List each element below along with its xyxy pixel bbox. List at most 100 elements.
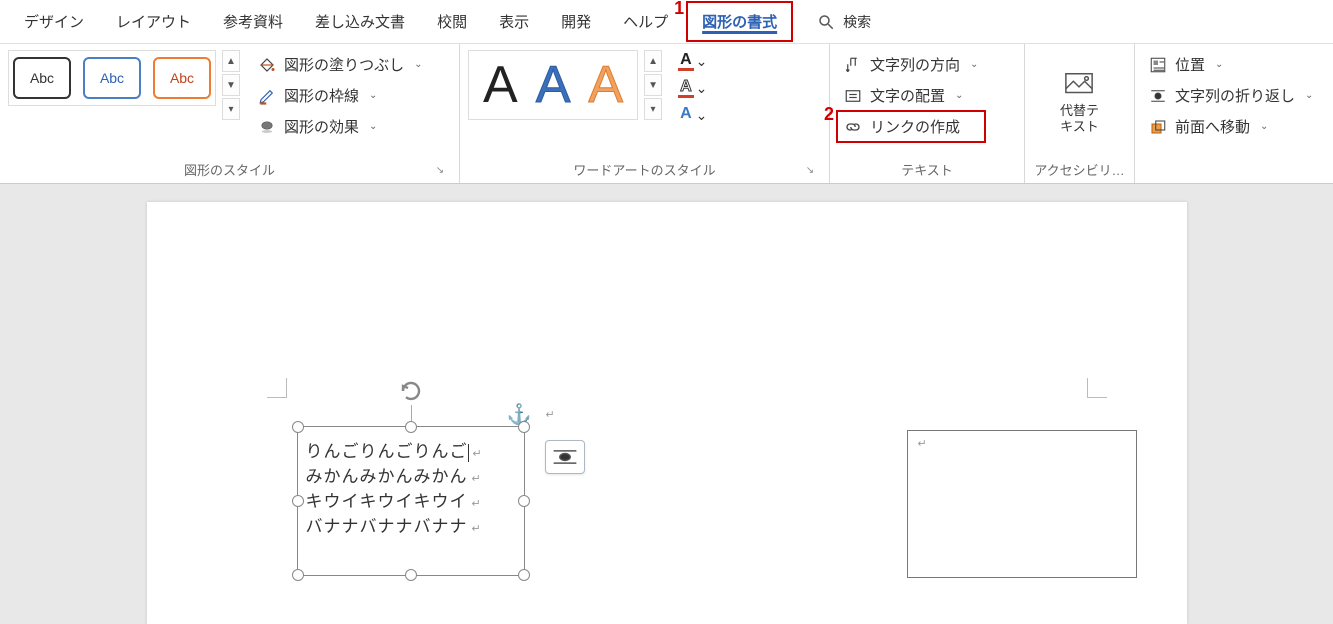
ribbon-content: Abc Abc Abc ▲ ▼ ▾ 図形の塗りつぶし ⌄ <box>0 44 1333 184</box>
ribbon-tabs: デザイン レイアウト 参考資料 差し込み文書 校閲 表示 開発 ヘルプ 1 図形… <box>0 0 1333 44</box>
tab-developer[interactable]: 開発 <box>547 3 605 40</box>
shape-styles-dialog-launcher[interactable]: ↘ <box>433 163 447 177</box>
wordart-gallery-more-button[interactable]: ▾ <box>644 98 662 120</box>
resize-handle-bm[interactable] <box>405 569 417 581</box>
text-direction-button[interactable]: 文字列の方向 ⌄ <box>838 50 984 79</box>
callout-1: 1 <box>674 0 684 19</box>
textbox-2[interactable]: ↵ <box>907 430 1137 578</box>
layout-options-button[interactable] <box>545 440 585 474</box>
alt-text-button[interactable]: 代替テキスト <box>1050 50 1109 156</box>
shape-style-thumb-1[interactable]: Abc <box>13 57 71 99</box>
tab-references[interactable]: 参考資料 <box>209 3 297 40</box>
paint-bucket-icon <box>258 56 276 74</box>
tab-shape-format[interactable]: 図形の書式 <box>686 1 793 42</box>
text-align-button[interactable]: 文字の配置 ⌄ <box>838 81 984 110</box>
search-icon[interactable] <box>817 13 835 31</box>
wrap-text-label: 文字列の折り返し <box>1175 85 1295 106</box>
text-effects-icon: A <box>678 106 694 125</box>
chevron-down-icon: ⌄ <box>696 53 708 70</box>
resize-handle-ml[interactable] <box>292 495 304 507</box>
shape-outline-button[interactable]: 図形の枠線 ⌄ <box>252 81 429 110</box>
wrap-text-button[interactable]: 文字列の折り返し ⌄ <box>1143 81 1319 110</box>
group-label-wordart: ワードアートのスタイル ↘ <box>468 156 821 179</box>
text-outline-button[interactable]: A ⌄ <box>674 77 711 100</box>
text-direction-label: 文字列の方向 <box>870 54 960 75</box>
position-label: 位置 <box>1175 54 1205 75</box>
shape-style-thumb-2[interactable]: Abc <box>83 57 141 99</box>
effects-icon <box>258 118 276 136</box>
textbox-line-4: バナナバナナバナナ <box>306 517 468 536</box>
tab-review[interactable]: 校閲 <box>423 3 481 40</box>
chevron-down-icon: ⌄ <box>1215 59 1223 70</box>
resize-handle-br[interactable] <box>518 569 530 581</box>
text-effects-button[interactable]: A ⌄ <box>674 104 711 127</box>
tab-design[interactable]: デザイン <box>10 3 98 40</box>
layout-options-icon <box>551 446 579 468</box>
chevron-down-icon: ⌄ <box>696 80 708 97</box>
link-icon <box>844 118 862 136</box>
wordart-thumb-1[interactable]: A <box>483 59 518 111</box>
shape-gallery-down-button[interactable]: ▼ <box>222 74 240 96</box>
resize-handle-bl[interactable] <box>292 569 304 581</box>
position-button[interactable]: 位置 ⌄ <box>1143 50 1319 79</box>
ribbon: デザイン レイアウト 参考資料 差し込み文書 校閲 表示 開発 ヘルプ 1 図形… <box>0 0 1333 184</box>
resize-handle-mr[interactable] <box>518 495 530 507</box>
text-fill-button[interactable]: A ⌄ <box>674 50 711 73</box>
bring-front-icon <box>1149 118 1167 136</box>
wordart-gallery-down-button[interactable]: ▼ <box>644 74 662 96</box>
callout-2: 2 <box>824 104 834 125</box>
shape-effects-button[interactable]: 図形の効果 ⌄ <box>252 112 429 141</box>
textbox-line-1: りんごりんごりんご <box>306 442 468 461</box>
shape-effects-label: 図形の効果 <box>284 116 359 137</box>
wordart-gallery-up-button[interactable]: ▲ <box>644 50 662 72</box>
chevron-down-icon: ⌄ <box>369 121 377 132</box>
shape-gallery-up-button[interactable]: ▲ <box>222 50 240 72</box>
chevron-down-icon: ⌄ <box>970 59 978 70</box>
shape-fill-button[interactable]: 図形の塗りつぶし ⌄ <box>252 50 429 79</box>
wordart-gallery[interactable]: A A A <box>468 50 638 120</box>
resize-handle-tl[interactable] <box>292 421 304 433</box>
textbox-line-3: キウイキウイキウイ <box>306 492 468 511</box>
chevron-down-icon: ⌄ <box>955 90 963 101</box>
margin-corner-tr <box>1087 378 1107 398</box>
shape-style-gallery[interactable]: Abc Abc Abc <box>8 50 216 106</box>
textbox-1[interactable]: りんごりんごりんご↵ みかんみかんみかん↵ キウイキウイキウイ↵ バナナバナナバ… <box>297 426 525 576</box>
text-fill-icon: A <box>678 52 694 71</box>
alt-text-label-2: キスト <box>1060 119 1099 134</box>
chevron-down-icon: ⌄ <box>414 59 422 70</box>
paragraph-mark: ↵ <box>918 437 927 450</box>
page[interactable]: ⚓ ↵ りんごりんごりんご↵ みかんみかんみかん↵ キウイキウイキウイ↵ バナナ… <box>147 202 1187 624</box>
resize-handle-tm[interactable] <box>405 421 417 433</box>
document-area: ⚓ ↵ りんごりんごりんご↵ みかんみかんみかん↵ キウイキウイキウイ↵ バナナ… <box>0 184 1333 624</box>
chevron-down-icon: ⌄ <box>1305 90 1313 101</box>
margin-corner-tl <box>267 378 287 398</box>
textbox-line-2: みかんみかんみかん <box>306 467 468 486</box>
wrap-icon <box>1149 87 1167 105</box>
bring-front-button[interactable]: 前面へ移動 ⌄ <box>1143 112 1319 141</box>
wordart-dialog-launcher[interactable]: ↘ <box>803 163 817 177</box>
text-align-label: 文字の配置 <box>870 85 945 106</box>
text-outline-icon: A <box>678 79 694 98</box>
search-label[interactable]: 検索 <box>843 12 871 32</box>
tab-help[interactable]: ヘルプ <box>609 3 682 40</box>
wordart-thumb-2[interactable]: A <box>536 59 571 111</box>
rotate-handle[interactable] <box>397 377 425 405</box>
create-link-label: リンクの作成 <box>870 116 960 137</box>
tab-mailings[interactable]: 差し込み文書 <box>301 3 419 40</box>
bring-front-label: 前面へ移動 <box>1175 116 1250 137</box>
shape-style-thumb-3[interactable]: Abc <box>153 57 211 99</box>
tab-view[interactable]: 表示 <box>485 3 543 40</box>
resize-handle-tr[interactable] <box>518 421 530 433</box>
alt-text-icon <box>1064 71 1094 99</box>
group-label-text: テキスト <box>838 156 1016 179</box>
shape-gallery-more-button[interactable]: ▾ <box>222 98 240 120</box>
group-label-shape-styles: 図形のスタイル ↘ <box>8 156 451 179</box>
chevron-down-icon: ⌄ <box>1260 121 1268 132</box>
create-link-button[interactable]: リンクの作成 <box>836 110 986 143</box>
shape-fill-label: 図形の塗りつぶし <box>284 54 404 75</box>
position-icon <box>1149 56 1167 74</box>
wordart-thumb-3[interactable]: A <box>588 59 623 111</box>
alt-text-label-1: 代替テ <box>1060 103 1099 118</box>
pen-outline-icon <box>258 87 276 105</box>
tab-layout[interactable]: レイアウト <box>102 3 205 40</box>
